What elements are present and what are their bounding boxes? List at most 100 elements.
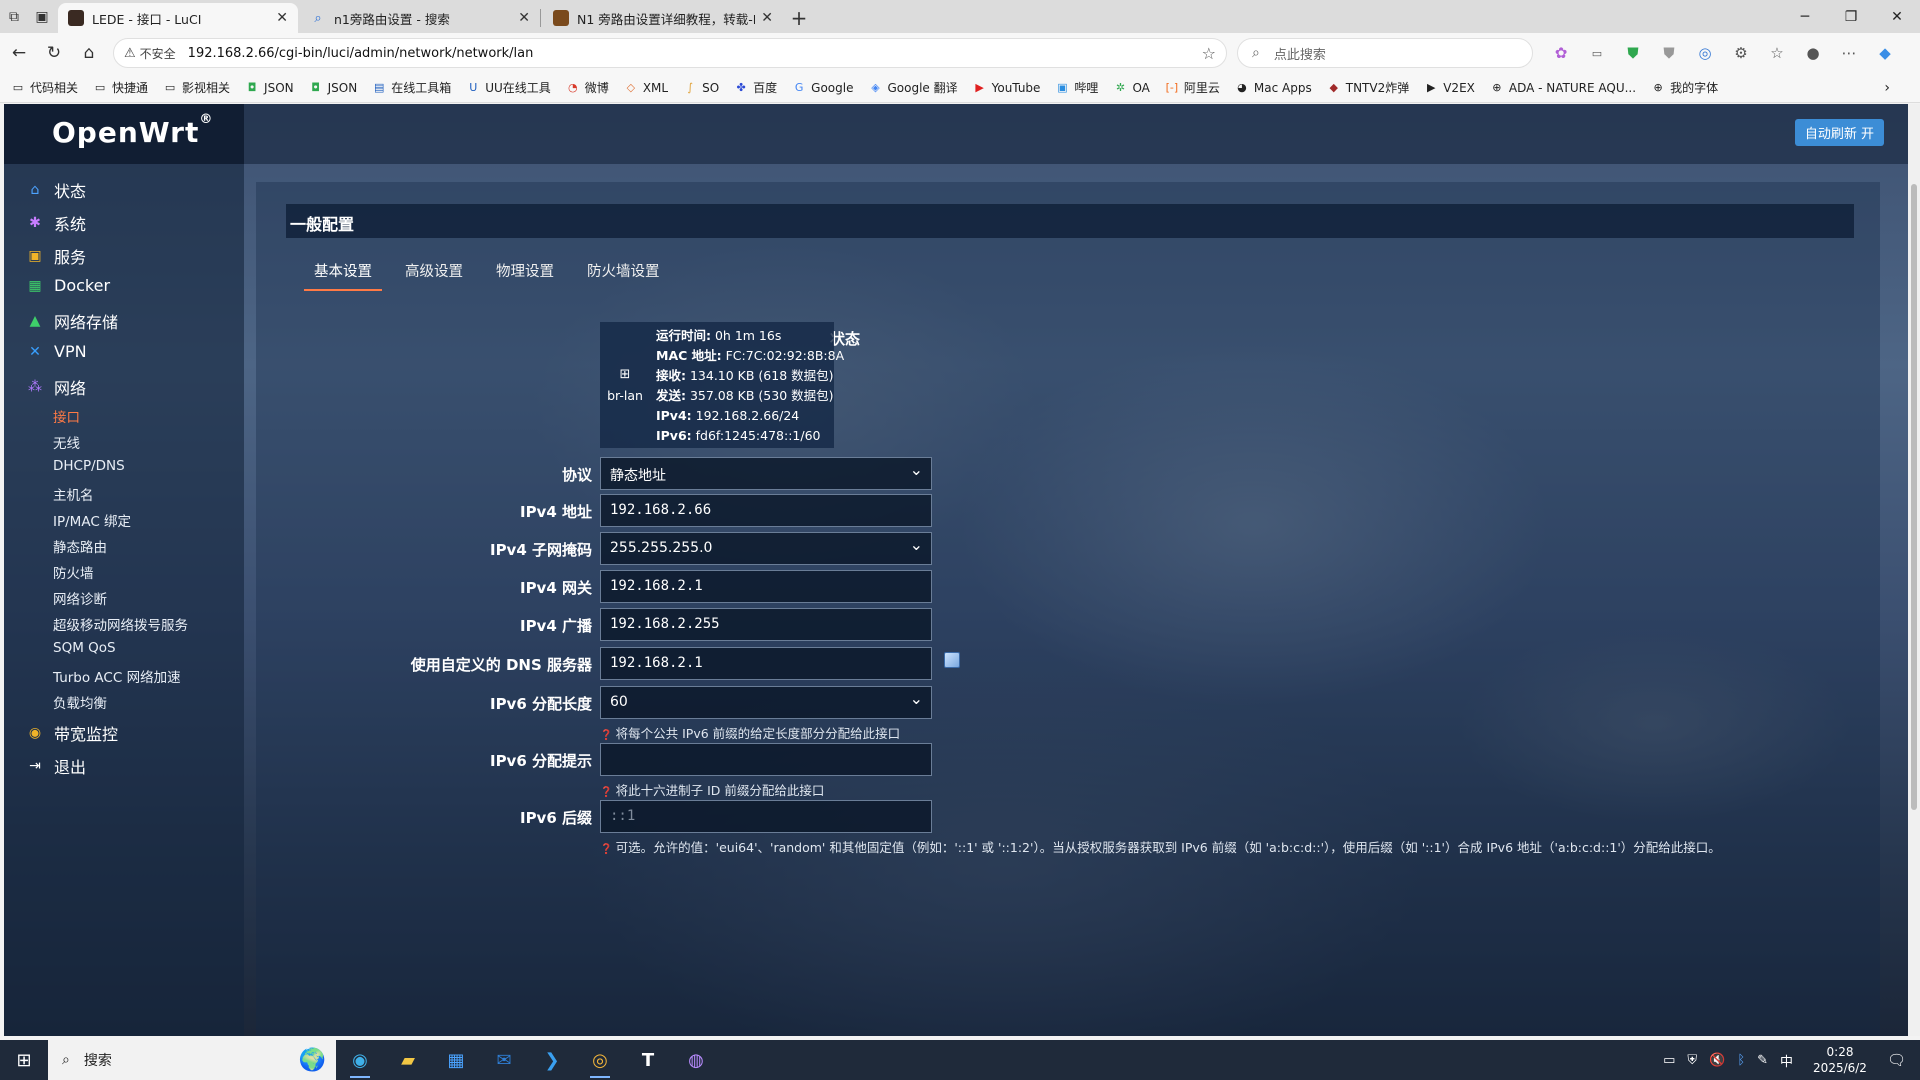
store-icon[interactable]: ▦ bbox=[432, 1040, 480, 1080]
extension-pill-icon[interactable]: ▭ bbox=[1579, 47, 1615, 60]
submenu-item[interactable]: 接口 bbox=[53, 406, 80, 426]
more-menu-icon[interactable]: ⋯ bbox=[1831, 44, 1867, 62]
sidebar-item-bandwidth[interactable]: ◉ 带宽监控 bbox=[26, 721, 118, 745]
bookmark-item[interactable]: ▶ V2EX bbox=[1423, 81, 1475, 95]
submenu-item[interactable]: 静态路由 bbox=[53, 536, 107, 556]
bookmark-item[interactable]: ▭ 代码相关 bbox=[10, 79, 78, 96]
sidebar-item-network[interactable]: ⁂ 网络 bbox=[26, 375, 86, 399]
extension-circle-icon[interactable]: ◎ bbox=[1687, 44, 1723, 62]
tray-security-icon[interactable]: ⛨ bbox=[1687, 1053, 1697, 1068]
bookmark-item[interactable]: ◆ TNTV2炸弹 bbox=[1326, 79, 1410, 96]
select-protocol[interactable]: 静态地址 bbox=[600, 457, 932, 490]
tab-config[interactable]: 防火墙设置 bbox=[587, 252, 660, 289]
sidebar-item-gear[interactable]: ✱ 系统 bbox=[26, 211, 86, 235]
bookmark-item[interactable]: ▶ YouTube bbox=[972, 81, 1040, 95]
input-ip6ifaceid[interactable]: ::1 bbox=[600, 800, 932, 833]
vscode-icon[interactable]: ❯ bbox=[528, 1040, 576, 1080]
submenu-item[interactable]: 网络诊断 bbox=[53, 588, 107, 608]
close-tab-icon[interactable]: ✕ bbox=[518, 10, 530, 26]
tray-volume-muted-icon[interactable]: 🔇 bbox=[1709, 1053, 1725, 1068]
openwrt-logo[interactable]: OpenWrt® bbox=[52, 112, 213, 149]
browser-tab-active[interactable]: LEDE - 接口 - LuCI ✕ bbox=[58, 3, 298, 33]
url-text[interactable]: 192.168.2.66/cgi-bin/luci/admin/network/… bbox=[188, 46, 1202, 61]
new-tab-button[interactable]: + bbox=[783, 3, 815, 33]
dns-add-icon[interactable] bbox=[944, 652, 960, 668]
input-ip6hint[interactable] bbox=[600, 743, 932, 776]
workspaces-icon[interactable]: ⧉ bbox=[0, 0, 28, 33]
file-explorer-icon[interactable]: ▰ bbox=[384, 1040, 432, 1080]
outlook-icon[interactable]: ✉ bbox=[480, 1040, 528, 1080]
search-input[interactable]: ⌕ 点此搜索 bbox=[1237, 38, 1533, 68]
bookmark-item[interactable]: ✲ OA bbox=[1112, 81, 1150, 95]
bookmark-item[interactable]: U UU在线工具 bbox=[465, 79, 551, 96]
tray-bluetooth-icon[interactable]: ᛒ bbox=[1737, 1053, 1745, 1068]
close-tab-icon[interactable]: ✕ bbox=[276, 10, 288, 26]
sidebar-item-vpn[interactable]: ✕ VPN bbox=[26, 342, 86, 361]
browser-tab[interactable]: ⌕ n1旁路由设置 - 搜索 ✕ bbox=[300, 3, 540, 33]
reload-icon[interactable]: ↻ bbox=[38, 37, 70, 69]
taskbar-search-input[interactable]: ⌕ 搜索 🌍 bbox=[48, 1040, 336, 1080]
select-ip6assign[interactable]: 60 bbox=[600, 686, 932, 719]
submenu-item[interactable]: IP/MAC 绑定 bbox=[53, 510, 131, 530]
input-ipv4_gw[interactable]: 192.168.2.1 bbox=[600, 570, 932, 603]
minimize-icon[interactable]: ─ bbox=[1782, 0, 1828, 33]
sidebar-item-services[interactable]: ▣ 服务 bbox=[26, 244, 86, 268]
submenu-item[interactable]: 负载均衡 bbox=[53, 692, 107, 712]
bookmark-item[interactable]: ⊕ ADA - NATURE AQU... bbox=[1489, 81, 1636, 95]
bookmark-item[interactable]: ∫ SO bbox=[682, 81, 719, 95]
bookmark-item[interactable]: ⊕ 我的字体 bbox=[1650, 79, 1718, 96]
bookmark-item[interactable]: ◇ XML bbox=[623, 81, 669, 95]
bookmark-item[interactable]: ◕ Mac Apps bbox=[1234, 81, 1312, 95]
extensions-puzzle-icon[interactable]: ⚙ bbox=[1723, 44, 1759, 62]
sidebar-item-docker[interactable]: ▦ Docker bbox=[26, 276, 110, 295]
tab-actions-icon[interactable]: ▣ bbox=[28, 0, 56, 33]
typora-icon[interactable]: T bbox=[624, 1040, 672, 1080]
bookmark-item[interactable]: ◘ JSON bbox=[308, 81, 357, 95]
tray-display-icon[interactable]: ▭ bbox=[1663, 1053, 1675, 1068]
select-ipv4_mask[interactable]: 255.255.255.0 bbox=[600, 532, 932, 565]
auto-refresh-button[interactable]: 自动刷新 开 bbox=[1794, 119, 1884, 146]
tab-config[interactable]: 高级设置 bbox=[405, 252, 463, 289]
tray-pen-icon[interactable]: ✎ bbox=[1757, 1053, 1768, 1068]
bookmark-item[interactable]: ◘ JSON bbox=[244, 81, 294, 95]
bookmarks-more-chevron-icon[interactable]: › bbox=[1884, 80, 1890, 96]
edge-browser-icon[interactable]: ◉ bbox=[336, 1040, 384, 1080]
bookmark-item[interactable]: ▭ 快捷通 bbox=[92, 79, 148, 96]
scrollbar-thumb[interactable] bbox=[1911, 184, 1917, 810]
bookmark-item[interactable]: ◈ Google 翻译 bbox=[867, 79, 957, 96]
submenu-item[interactable]: DHCP/DNS bbox=[53, 458, 125, 474]
bookmark-item[interactable]: [-] 阿里云 bbox=[1164, 79, 1220, 96]
clock[interactable]: 0:28 2025/6/2 bbox=[1813, 1044, 1867, 1076]
bookmark-item[interactable]: ▭ 影视相关 bbox=[162, 79, 230, 96]
submenu-item[interactable]: 超级移动网络拨号服务 bbox=[53, 614, 188, 634]
close-tab-icon[interactable]: ✕ bbox=[761, 10, 773, 26]
chrome-icon[interactable]: ◎ bbox=[576, 1040, 624, 1080]
input-dns[interactable]: 192.168.2.1 bbox=[600, 647, 932, 680]
favorites-icon[interactable]: ☆ bbox=[1759, 44, 1795, 62]
sidebar-item-storage[interactable]: ▲ 网络存储 bbox=[26, 309, 118, 333]
security-indicator[interactable]: ⚠ 不安全 bbox=[124, 45, 176, 62]
submenu-item[interactable]: 无线 bbox=[53, 432, 80, 452]
ime-indicator[interactable]: 中 bbox=[1780, 1051, 1793, 1070]
bookmark-item[interactable]: ✤ 百度 bbox=[733, 79, 778, 96]
browser-tab[interactable]: N1 旁路由设置详细教程，转载-N ✕ bbox=[543, 3, 783, 33]
input-ipv4_addr[interactable]: 192.168.2.66 bbox=[600, 494, 932, 527]
tab-config[interactable]: 物理设置 bbox=[496, 252, 554, 289]
submenu-item[interactable]: Turbo ACC 网络加速 bbox=[53, 666, 181, 686]
start-windows-icon[interactable]: ⊞ bbox=[0, 1040, 48, 1080]
restore-icon[interactable]: ❐ bbox=[1828, 0, 1874, 33]
copilot-icon[interactable]: ◆ bbox=[1867, 44, 1903, 62]
bookmark-item[interactable]: ◔ 微博 bbox=[565, 79, 609, 96]
tab-config[interactable]: 基本设置 bbox=[304, 252, 382, 291]
input-ipv4_bcast[interactable]: 192.168.2.255 bbox=[600, 608, 932, 641]
github-desktop-icon[interactable]: ◍ bbox=[672, 1040, 720, 1080]
extension-gray-shield-icon[interactable]: ⛊ bbox=[1651, 44, 1687, 62]
extension-copilot-flower-icon[interactable]: ✿ bbox=[1543, 44, 1579, 62]
favorite-star-icon[interactable]: ☆ bbox=[1202, 44, 1216, 63]
notifications-icon[interactable]: 🗨 bbox=[1887, 1051, 1906, 1069]
bookmark-item[interactable]: ▤ 在线工具箱 bbox=[371, 79, 451, 96]
bookmark-item[interactable]: ▣ 哔哩 bbox=[1054, 79, 1098, 96]
bookmark-item[interactable]: G Google bbox=[791, 81, 854, 95]
page-scrollbar[interactable] bbox=[1908, 104, 1920, 1036]
back-icon[interactable]: ← bbox=[3, 37, 35, 69]
